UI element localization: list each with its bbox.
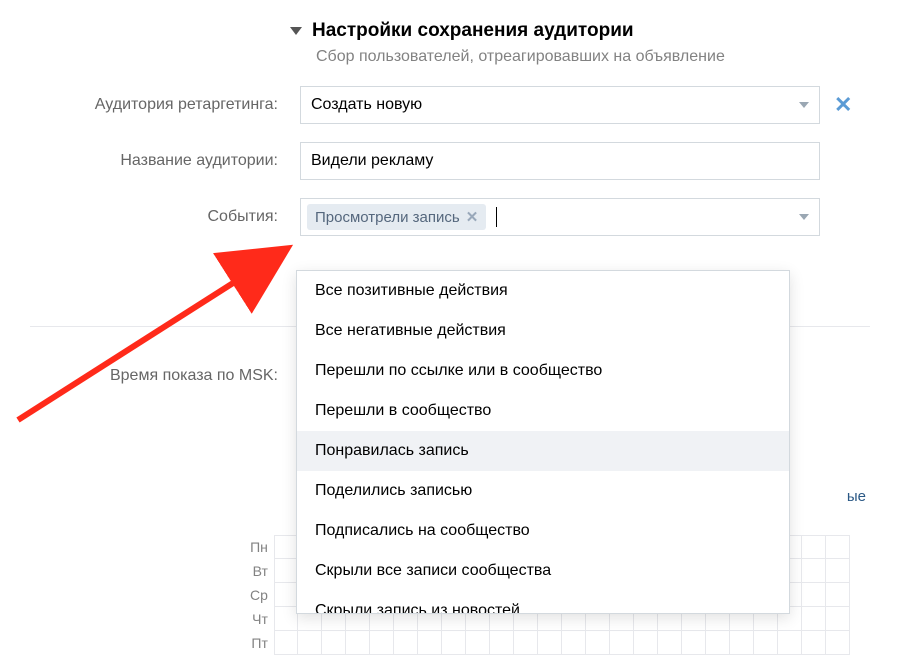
schedule-cell[interactable] <box>274 631 298 655</box>
schedule-cell[interactable] <box>274 583 298 607</box>
schedule-cell[interactable] <box>586 631 610 655</box>
schedule-cell[interactable] <box>274 535 298 559</box>
events-option[interactable]: Скрыли все записи сообщества <box>297 551 789 591</box>
schedule-cell[interactable] <box>826 583 850 607</box>
schedule-cell[interactable] <box>826 631 850 655</box>
events-option[interactable]: Скрыли запись из новостей <box>297 591 789 613</box>
day-label: Чт <box>250 607 268 631</box>
events-option[interactable]: Понравилась запись <box>297 431 789 471</box>
schedule-cell[interactable] <box>730 631 754 655</box>
label-schedule: Время показа по MSK: <box>30 367 300 385</box>
row-audience-name: Название аудитории: <box>30 142 870 180</box>
schedule-cell[interactable] <box>466 631 490 655</box>
events-option[interactable]: Подписались на сообщество <box>297 511 789 551</box>
text-cursor <box>496 207 497 227</box>
schedule-cell[interactable] <box>826 559 850 583</box>
events-multiselect[interactable]: Просмотрели запись ✕ <box>300 198 820 236</box>
day-label: Ср <box>250 583 268 607</box>
events-option[interactable]: Перешли в сообщество <box>297 391 789 431</box>
schedule-cell[interactable] <box>802 607 826 631</box>
schedule-cell[interactable] <box>658 631 682 655</box>
label-retargeting: Аудитория ретаргетинга: <box>30 96 300 114</box>
schedule-cell[interactable] <box>634 631 658 655</box>
schedule-cell[interactable] <box>706 631 730 655</box>
schedule-cell[interactable] <box>274 607 298 631</box>
events-option[interactable]: Поделились записью <box>297 471 789 511</box>
events-dropdown: Все позитивные действияВсе негативные де… <box>296 270 790 614</box>
schedule-cell[interactable] <box>778 631 802 655</box>
schedule-cell[interactable] <box>802 535 826 559</box>
schedule-cell[interactable] <box>418 631 442 655</box>
schedule-cell[interactable] <box>826 535 850 559</box>
schedule-cell[interactable] <box>802 583 826 607</box>
schedule-right-link[interactable]: ые <box>847 488 866 505</box>
label-events: События: <box>30 208 300 226</box>
label-audience-name: Название аудитории: <box>30 152 300 170</box>
tag-remove-icon[interactable]: ✕ <box>466 208 479 226</box>
event-tag-label: Просмотрели запись <box>315 209 460 226</box>
schedule-cell[interactable] <box>514 631 538 655</box>
row-retargeting: Аудитория ретаргетинга: Создать новую ✕ <box>30 86 870 124</box>
schedule-cell[interactable] <box>490 631 514 655</box>
day-label: Вт <box>250 559 268 583</box>
schedule-cell[interactable] <box>394 631 418 655</box>
schedule-cell[interactable] <box>370 631 394 655</box>
day-label: Пн <box>250 535 268 559</box>
remove-audience-button[interactable]: ✕ <box>834 94 852 116</box>
audience-name-field-wrap <box>300 142 820 180</box>
schedule-cell[interactable] <box>610 631 634 655</box>
day-label: Пт <box>250 631 268 655</box>
retargeting-audience-select[interactable]: Создать новую <box>300 86 820 124</box>
events-option[interactable]: Все негативные действия <box>297 311 789 351</box>
chevron-down-icon <box>799 214 809 220</box>
caret-down-icon <box>290 27 302 35</box>
chevron-down-icon <box>799 102 809 108</box>
schedule-cell[interactable] <box>322 631 346 655</box>
schedule-cell[interactable] <box>562 631 586 655</box>
retargeting-selected-value: Создать новую <box>311 96 422 114</box>
day-labels: ПнВтСрЧтПт <box>250 535 268 655</box>
schedule-cell[interactable] <box>802 631 826 655</box>
row-events: События: Просмотрели запись ✕ <box>30 198 870 236</box>
events-option[interactable]: Все позитивные действия <box>297 271 789 311</box>
schedule-cell[interactable] <box>442 631 466 655</box>
schedule-cell[interactable] <box>274 559 298 583</box>
schedule-cell[interactable] <box>538 631 562 655</box>
events-option[interactable]: Перешли по ссылке или в сообщество <box>297 351 789 391</box>
schedule-cell[interactable] <box>754 631 778 655</box>
schedule-cell[interactable] <box>682 631 706 655</box>
event-tag: Просмотрели запись ✕ <box>307 204 486 230</box>
schedule-cell[interactable] <box>802 559 826 583</box>
section-header[interactable]: Настройки сохранения аудитории <box>290 20 870 42</box>
schedule-cell[interactable] <box>346 631 370 655</box>
audience-name-input[interactable] <box>311 143 809 179</box>
schedule-cell[interactable] <box>298 631 322 655</box>
section-title: Настройки сохранения аудитории <box>312 20 634 42</box>
schedule-cell[interactable] <box>826 607 850 631</box>
section-subtitle: Сбор пользователей, отреагировавших на о… <box>316 48 870 66</box>
